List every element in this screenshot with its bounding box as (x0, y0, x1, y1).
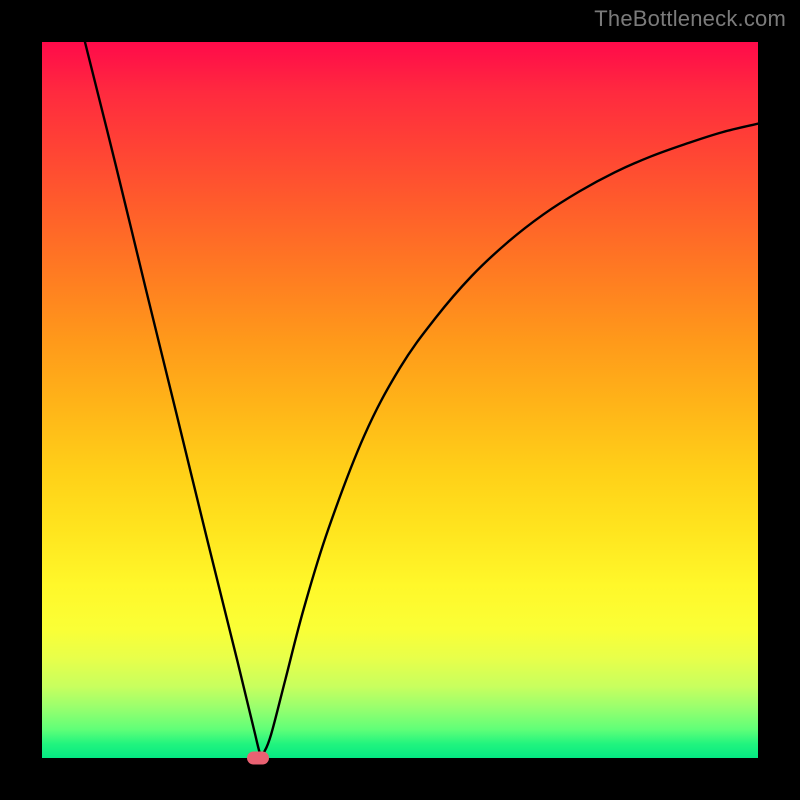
plot-area (42, 42, 758, 758)
curve-svg (42, 42, 758, 758)
bottleneck-marker (247, 752, 269, 765)
bottleneck-curve-path (85, 42, 758, 757)
chart-frame: TheBottleneck.com (0, 0, 800, 800)
watermark-text: TheBottleneck.com (594, 6, 786, 32)
